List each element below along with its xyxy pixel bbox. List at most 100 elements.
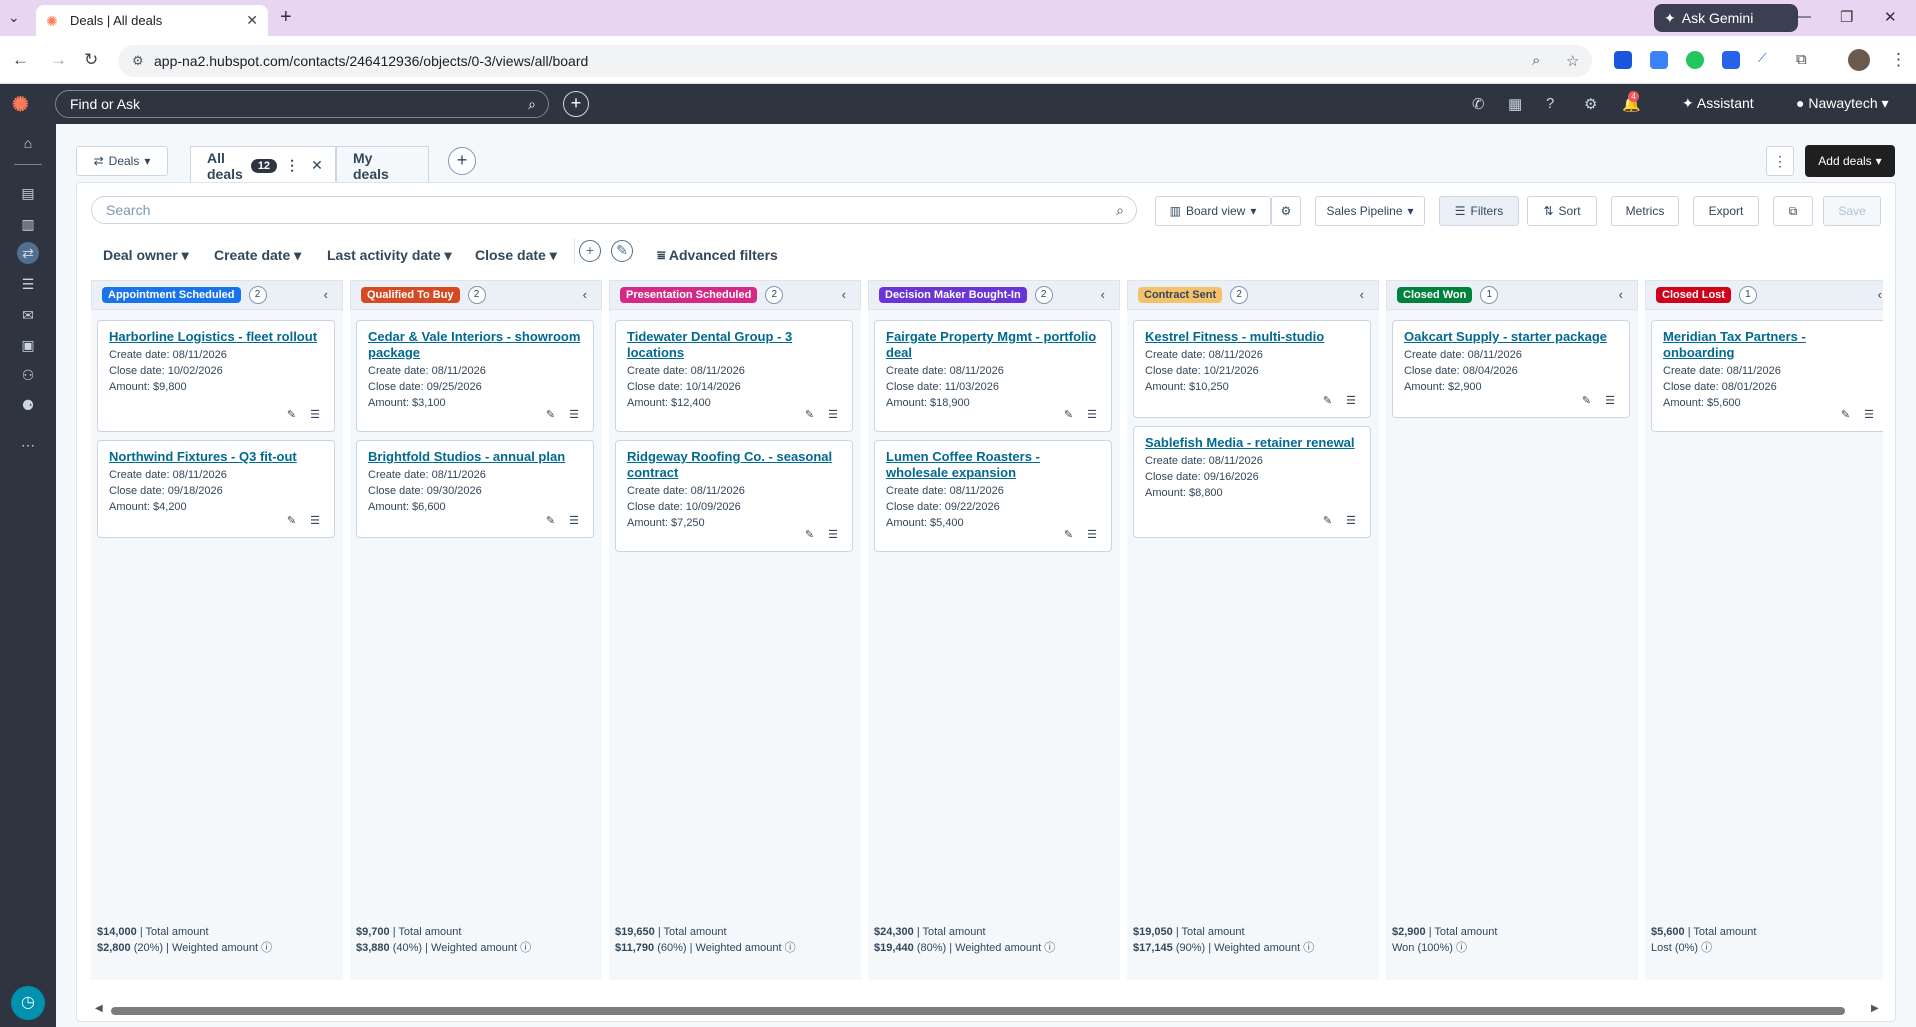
minimize-icon[interactable]: — [1796, 8, 1811, 25]
page-actions-icon[interactable]: ⋮ [1766, 146, 1794, 176]
tab-search-chevron-icon[interactable]: ⌄ [8, 9, 20, 26]
create-new-icon[interactable]: + [563, 91, 589, 117]
deal-card[interactable]: Sablefish Media - retainer renewal Create… [1133, 426, 1371, 538]
marketplace-icon[interactable]: ▦ [1508, 95, 1522, 113]
close-window-icon[interactable]: ✕ [1884, 8, 1897, 26]
restore-icon[interactable]: ❐ [1840, 8, 1853, 26]
add-view-icon[interactable]: + [448, 147, 476, 175]
deal-card[interactable]: Harborline Logistics - fleet rollout Crea… [97, 320, 335, 432]
reload-icon[interactable]: ↻ [84, 50, 98, 70]
card-details-icon[interactable]: ☰ [1346, 394, 1356, 407]
preview-edit-icon[interactable]: ✎ [546, 514, 555, 527]
deal-title-link[interactable]: Kestrel Fitness - multi-studio [1145, 329, 1359, 345]
ask-gemini-button[interactable]: ✦ Ask Gemini [1654, 4, 1798, 32]
edit-filters-icon[interactable]: ✎ [611, 240, 633, 262]
board-settings-button[interactable]: ⚙ [1271, 196, 1301, 226]
deal-title-link[interactable]: Ridgeway Roofing Co. - seasonal contract [627, 449, 841, 481]
card-details-icon[interactable]: ☰ [828, 408, 838, 421]
hubspot-logo-icon[interactable]: ✺ [12, 92, 29, 117]
extension-icon[interactable] [1722, 51, 1740, 69]
extensions-puzzle-icon[interactable]: ⧉ [1796, 51, 1814, 69]
last-activity-date-filter[interactable]: Last activity date ▾ [327, 247, 452, 264]
collapse-column-icon[interactable]: ‹ [1619, 287, 1623, 302]
preview-edit-icon[interactable]: ✎ [1323, 514, 1332, 527]
collapse-column-icon[interactable]: ‹ [324, 287, 328, 302]
bookmarks-icon[interactable]: ▤ [17, 182, 39, 204]
marketing-email-icon[interactable]: ✉ [17, 304, 39, 326]
tab-all-deals[interactable]: All deals 12 ⋮ ✕ [190, 146, 336, 184]
deal-title-link[interactable]: Brightfold Studios - annual plan [368, 449, 582, 465]
preview-edit-icon[interactable]: ✎ [1323, 394, 1332, 407]
preview-edit-icon[interactable]: ✎ [287, 408, 296, 421]
pipeline-dropdown[interactable]: Sales Pipeline ▾ [1315, 196, 1425, 226]
find-or-ask-input[interactable]: Find or Ask ⌕ [55, 90, 549, 118]
scroll-left-icon[interactable]: ◀ [95, 1003, 103, 1014]
deal-card[interactable]: Fairgate Property Mgmt - portfolio deal C… [874, 320, 1112, 432]
preview-edit-icon[interactable]: ✎ [546, 408, 555, 421]
save-view-button[interactable]: Save [1823, 196, 1881, 226]
site-info-icon[interactable]: ⚙ [132, 53, 144, 69]
tab-my-deals[interactable]: My deals [336, 146, 429, 184]
preview-edit-icon[interactable]: ✎ [1064, 528, 1073, 541]
deal-title-link[interactable]: Lumen Coffee Roasters - wholesale expans… [886, 449, 1100, 481]
close-date-filter[interactable]: Close date ▾ [475, 247, 557, 264]
deal-title-link[interactable]: Cedar & Vale Interiors - showroom packag… [368, 329, 582, 361]
close-tab-icon[interactable]: ✕ [246, 12, 258, 29]
extension-icon[interactable] [1686, 51, 1704, 69]
preview-edit-icon[interactable]: ✎ [287, 514, 296, 527]
collapse-column-icon[interactable]: ‹ [1360, 287, 1364, 302]
deal-card[interactable]: Lumen Coffee Roasters - wholesale expans… [874, 440, 1112, 552]
tasks-icon[interactable]: ☰ [17, 273, 39, 295]
deal-title-link[interactable]: Tidewater Dental Group - 3 locations [627, 329, 841, 361]
content-icon[interactable]: ▣ [17, 334, 39, 356]
deal-card[interactable]: Northwind Fixtures - Q3 fit-out Create da… [97, 440, 335, 538]
deal-card[interactable]: Tidewater Dental Group - 3 locations Crea… [615, 320, 853, 432]
card-details-icon[interactable]: ☰ [569, 408, 579, 421]
deal-owner-filter[interactable]: Deal owner ▾ [103, 247, 189, 264]
workflows-icon[interactable]: ⚇ [17, 364, 39, 386]
close-view-icon[interactable]: ✕ [311, 157, 323, 174]
data-management-icon[interactable]: ⚈ [17, 394, 39, 416]
deal-card[interactable]: Oakcart Supply - starter package Create d… [1392, 320, 1630, 418]
address-bar[interactable]: ⚙ app-na2.hubspot.com/contacts/246412936… [118, 45, 1592, 77]
deal-card[interactable]: Kestrel Fitness - multi-studio Create dat… [1133, 320, 1371, 418]
more-tools-icon[interactable]: ⋯ [17, 434, 39, 456]
preview-edit-icon[interactable]: ✎ [1582, 394, 1591, 407]
card-details-icon[interactable]: ☰ [1864, 408, 1874, 421]
deal-card[interactable]: Brightfold Studios - annual plan Create d… [356, 440, 594, 538]
browser-menu-icon[interactable]: ⋮ [1890, 50, 1907, 70]
zoom-icon[interactable]: ⌕ [1532, 52, 1540, 69]
preview-edit-icon[interactable]: ✎ [805, 528, 814, 541]
export-button[interactable]: Export [1693, 196, 1759, 226]
assistant-button[interactable]: ✦ Assistant [1682, 95, 1754, 112]
forward-icon[interactable]: → [50, 50, 67, 70]
preview-edit-icon[interactable]: ✎ [1064, 408, 1073, 421]
card-details-icon[interactable]: ☰ [1605, 394, 1615, 407]
new-tab-icon[interactable]: + [280, 6, 292, 29]
deal-title-link[interactable]: Harborline Logistics - fleet rollout [109, 329, 323, 345]
back-icon[interactable]: ← [12, 50, 29, 70]
object-switcher-dropdown[interactable]: ⇄ Deals ▾ [76, 146, 168, 176]
deal-title-link[interactable]: Oakcart Supply - starter package [1404, 329, 1618, 345]
collapse-column-icon[interactable]: ‹ [842, 287, 846, 302]
card-details-icon[interactable]: ☰ [1346, 514, 1356, 527]
browser-tab[interactable]: ✺ Deals | All deals ✕ [36, 5, 268, 36]
extension-icon[interactable]: ⟋ [1758, 51, 1776, 69]
extension-icon[interactable] [1650, 51, 1668, 69]
card-details-icon[interactable]: ☰ [1087, 528, 1097, 541]
deal-card[interactable]: Ridgeway Roofing Co. - seasonal contract… [615, 440, 853, 552]
sort-button[interactable]: ⇅ Sort [1527, 196, 1597, 226]
preview-edit-icon[interactable]: ✎ [1841, 408, 1850, 421]
horizontal-scrollbar[interactable] [111, 1007, 1845, 1015]
card-details-icon[interactable]: ☰ [310, 408, 320, 421]
help-center-icon[interactable]: ◷ [11, 986, 45, 1020]
deal-title-link[interactable]: Sablefish Media - retainer renewal [1145, 435, 1359, 451]
account-menu[interactable]: ● Nawaytech ▾ [1796, 95, 1889, 112]
scroll-right-icon[interactable]: ▶ [1871, 1003, 1879, 1014]
add-deals-button[interactable]: Add deals ▾ [1805, 145, 1895, 177]
profile-avatar[interactable] [1848, 49, 1870, 71]
deal-card[interactable]: Meridian Tax Partners - onboarding Create… [1651, 320, 1883, 432]
bookmark-star-icon[interactable]: ☆ [1566, 52, 1579, 70]
card-details-icon[interactable]: ☰ [1087, 408, 1097, 421]
view-options-icon[interactable]: ⋮ [285, 157, 299, 174]
